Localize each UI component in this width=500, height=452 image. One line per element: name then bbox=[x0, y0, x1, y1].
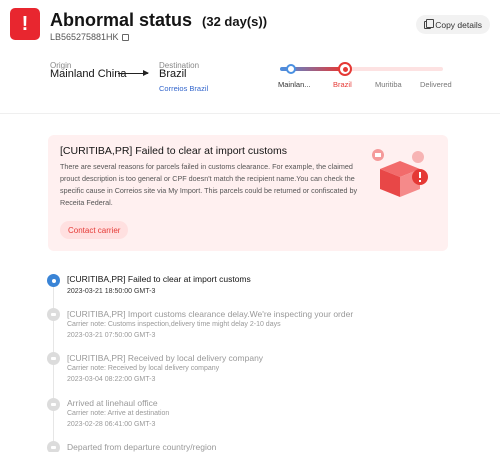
progress-current-marker bbox=[338, 62, 352, 76]
progress-track bbox=[280, 67, 443, 71]
progress-start-marker bbox=[286, 64, 296, 74]
timeline-event-title: [CURITIBA,PR] Received by local delivery… bbox=[67, 353, 264, 363]
status-title: Abnormal status bbox=[50, 10, 193, 30]
copy-icon bbox=[424, 18, 435, 29]
alert-description: There are several reasons for parcels fa… bbox=[60, 162, 358, 207]
progress-stage-origin: Mainlan... bbox=[278, 80, 311, 89]
timeline-event-time: 2023-02-28 06:41:00 GMT-3 bbox=[67, 421, 156, 428]
status-title-row: Abnormal status (32 day(s)) bbox=[50, 10, 267, 31]
progress-stage-city: Muritiba bbox=[375, 80, 402, 89]
timeline-event-note: Carrier note: Arrive at destination bbox=[67, 410, 170, 417]
copy-details-button[interactable]: Copy details bbox=[416, 15, 490, 34]
progress-stage-destination: Brazil bbox=[333, 80, 352, 89]
timeline-event-title: [CURITIBA,PR] Import customs clearance d… bbox=[67, 309, 354, 319]
timeline-active-dot-icon bbox=[47, 274, 60, 287]
origin-value: Mainland China bbox=[50, 68, 127, 80]
timeline-departure-icon bbox=[47, 441, 60, 452]
carrier-link[interactable]: Correios Brazil bbox=[159, 84, 208, 93]
timeline-event-title: [CURITIBA,PR] Failed to clear at import … bbox=[67, 274, 251, 284]
alert-title: [CURITIBA,PR] Failed to clear at import … bbox=[60, 145, 287, 157]
copy-details-label: Copy details bbox=[435, 19, 482, 30]
status-days: (32 day(s)) bbox=[202, 14, 268, 29]
timeline-event-title: Arrived at linehaul office bbox=[67, 398, 158, 408]
exclamation-icon: ! bbox=[21, 13, 29, 35]
copy-tracking-icon[interactable] bbox=[121, 33, 129, 41]
timeline-event-time: 2023-03-21 07:50:00 GMT-3 bbox=[67, 332, 156, 339]
timeline-event-note: Carrier note: Received by local delivery… bbox=[67, 365, 220, 372]
timeline-inspection-icon bbox=[47, 308, 60, 321]
tracking-number: LB565275881HK bbox=[50, 32, 129, 42]
destination-value: Brazil bbox=[159, 68, 187, 80]
route-arrow-icon bbox=[118, 70, 149, 76]
timeline-event-title: Departed from departure country/region bbox=[67, 442, 217, 452]
contact-carrier-button[interactable]: Contact carrier bbox=[60, 221, 129, 239]
timeline-event-note: Carrier note: Customs inspection,deliver… bbox=[67, 321, 281, 328]
timeline-truck-icon bbox=[47, 352, 60, 365]
timeline-plane-icon bbox=[47, 398, 60, 411]
customs-package-illustration-icon bbox=[372, 149, 428, 197]
section-divider bbox=[0, 113, 500, 114]
tracking-number-text: LB565275881HK bbox=[50, 32, 119, 42]
abnormal-status-icon: ! bbox=[10, 8, 40, 40]
progress-stage-delivered: Delivered bbox=[420, 80, 452, 89]
timeline-event-time: 2023-03-04 08:22:00 GMT-3 bbox=[67, 376, 156, 383]
customs-alert-card: [CURITIBA,PR] Failed to clear at import … bbox=[48, 135, 448, 251]
timeline-event-time: 2023-03-21 18:50:00 GMT-3 bbox=[67, 288, 156, 295]
